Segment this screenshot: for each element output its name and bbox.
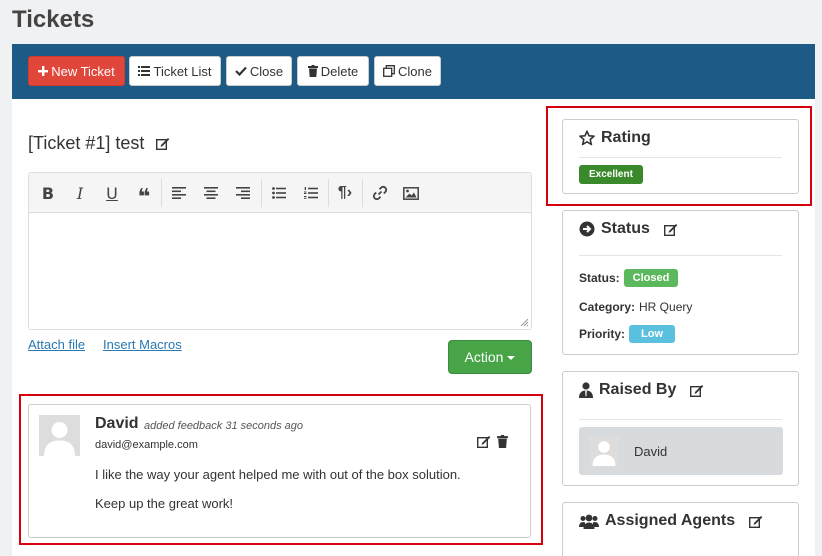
feedback-text-line: I like the way your agent helped me with… xyxy=(95,467,461,482)
arrow-circle-right-icon xyxy=(579,221,595,237)
check-icon xyxy=(235,66,247,76)
raised-by-heading: Raised By xyxy=(579,381,704,399)
category-value: HR Query xyxy=(639,300,693,314)
feedback-text-line: Keep up the great work! xyxy=(95,496,234,511)
close-label: Close xyxy=(249,63,284,79)
italic-icon[interactable]: I xyxy=(69,182,91,204)
delete-label: Delete xyxy=(320,63,359,79)
reply-editor[interactable]: B I U ❝ ¶› xyxy=(28,172,532,330)
feedback-entry: David added feedback 31 seconds ago davi… xyxy=(28,404,531,538)
quote-icon[interactable]: ❝ xyxy=(133,182,155,209)
card-divider xyxy=(579,255,782,256)
bold-icon[interactable]: B xyxy=(37,182,59,204)
card-divider xyxy=(579,419,782,420)
rating-heading: Rating xyxy=(579,129,651,147)
feedback-email: david@example.com xyxy=(95,439,198,451)
align-center-icon[interactable] xyxy=(200,182,222,204)
user-tie-icon xyxy=(579,382,593,398)
bullet-list-icon[interactable] xyxy=(268,182,290,204)
raised-by-card: Raised By David xyxy=(562,371,799,486)
assigned-agents-heading-text: Assigned Agents xyxy=(605,512,736,529)
action-toolbar: New Ticket Ticket List Close Delete Clon… xyxy=(12,44,815,99)
feedback-actions xyxy=(477,435,508,448)
feedback-author: David xyxy=(95,415,139,432)
image-icon[interactable] xyxy=(400,182,422,204)
edit-icon[interactable] xyxy=(749,515,763,528)
underline-icon[interactable]: U xyxy=(101,182,123,204)
priority-label: Priority: xyxy=(579,327,626,341)
priority-badge: Low xyxy=(629,325,676,343)
priority-row: Priority: Low xyxy=(579,325,676,343)
insert-macros-link[interactable]: Insert Macros xyxy=(103,337,182,352)
user-silhouette-icon xyxy=(592,441,616,466)
rating-card: Rating Excellent xyxy=(562,119,799,194)
ticket-title: [Ticket #1] test xyxy=(28,133,170,154)
numbered-list-icon[interactable] xyxy=(300,182,322,204)
users-icon xyxy=(579,514,599,529)
category-row: Category: HR Query xyxy=(579,300,692,314)
status-card: Status Status: Closed Category: HR Query… xyxy=(562,210,799,355)
align-left-icon[interactable] xyxy=(168,182,190,204)
new-ticket-label: New Ticket xyxy=(51,63,115,79)
caret-down-icon xyxy=(507,356,516,360)
action-label: Action xyxy=(464,349,504,365)
resize-handle-icon[interactable] xyxy=(520,318,529,327)
rating-heading-text: Rating xyxy=(601,129,651,146)
toolbar-divider xyxy=(161,179,162,207)
edit-icon[interactable] xyxy=(690,384,704,397)
clone-label: Clone xyxy=(398,63,432,79)
avatar xyxy=(589,436,619,466)
delete-button[interactable]: Delete xyxy=(297,56,369,86)
status-heading: Status xyxy=(579,220,678,238)
edit-icon[interactable] xyxy=(477,435,491,448)
category-label: Category: xyxy=(579,300,636,314)
list-icon xyxy=(138,66,151,76)
link-icon[interactable] xyxy=(369,182,391,204)
page-title: Tickets xyxy=(12,6,95,33)
edit-icon[interactable] xyxy=(156,137,170,150)
toolbar-divider xyxy=(328,179,329,207)
user-silhouette-icon xyxy=(44,422,75,456)
raised-by-name: David xyxy=(634,444,668,459)
trash-icon[interactable] xyxy=(497,435,508,448)
status-label: Status: xyxy=(579,271,620,285)
ticket-list-button[interactable]: Ticket List xyxy=(129,56,221,86)
assigned-agents-card: Assigned Agents xyxy=(562,502,799,556)
attach-file-link[interactable]: Attach file xyxy=(28,337,85,352)
raised-by-heading-text: Raised By xyxy=(599,381,677,398)
raised-by-user: David xyxy=(579,427,783,475)
new-ticket-button[interactable]: New Ticket xyxy=(28,56,125,86)
align-right-icon[interactable] xyxy=(232,182,254,204)
toolbar-divider xyxy=(261,179,262,207)
status-badge: Closed xyxy=(623,269,679,287)
rating-badge: Excellent xyxy=(579,165,643,184)
ticket-title-text: [Ticket #1] test xyxy=(28,133,145,153)
toolbar-divider xyxy=(362,179,363,207)
status-row: Status: Closed xyxy=(579,269,679,287)
assigned-agents-heading: Assigned Agents xyxy=(579,512,763,530)
ticket-list-label: Ticket List xyxy=(153,63,212,79)
trash-icon xyxy=(307,65,318,77)
close-button[interactable]: Close xyxy=(226,56,292,86)
feedback-timestamp: added feedback 31 seconds ago xyxy=(144,420,304,432)
action-dropdown-button[interactable]: Action xyxy=(448,340,532,374)
clone-icon xyxy=(383,65,395,77)
star-icon xyxy=(579,130,595,146)
edit-icon[interactable] xyxy=(663,223,678,236)
editor-toolbar: B I U ❝ ¶› xyxy=(29,173,531,213)
avatar xyxy=(39,415,80,456)
plus-icon xyxy=(38,66,49,76)
status-heading-text: Status xyxy=(601,220,650,237)
paragraph-direction-icon[interactable]: ¶› xyxy=(334,182,356,204)
clone-button[interactable]: Clone xyxy=(374,56,441,86)
card-divider xyxy=(579,157,782,158)
